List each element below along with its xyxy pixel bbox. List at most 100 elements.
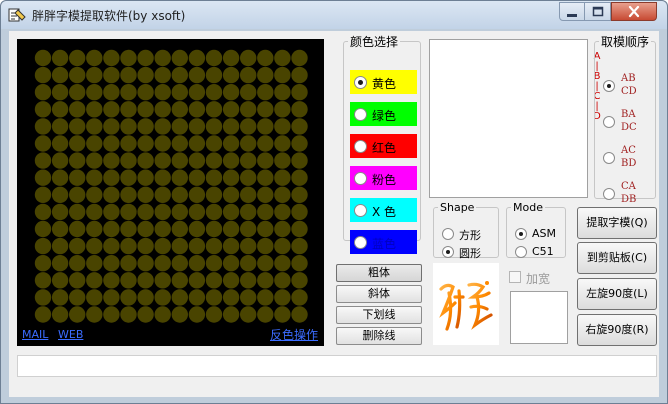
order-option[interactable]: BA DC bbox=[601, 108, 655, 136]
matrix-dot[interactable] bbox=[274, 169, 291, 186]
matrix-dot[interactable] bbox=[51, 203, 69, 221]
matrix-dot[interactable] bbox=[120, 66, 137, 84]
matrix-dot[interactable] bbox=[205, 255, 223, 272]
matrix-dot[interactable] bbox=[240, 118, 257, 135]
matrix-dot[interactable] bbox=[120, 237, 137, 255]
radio-dot[interactable] bbox=[515, 228, 527, 240]
matrix-dot[interactable] bbox=[188, 84, 206, 101]
widen-checkbox-box[interactable] bbox=[509, 271, 521, 283]
radio-dot[interactable] bbox=[354, 108, 367, 121]
matrix-dot[interactable] bbox=[171, 272, 188, 289]
matrix-dot[interactable] bbox=[188, 272, 206, 289]
radio-dot[interactable] bbox=[354, 140, 367, 153]
matrix-dot[interactable] bbox=[51, 152, 69, 169]
matrix-dot[interactable] bbox=[137, 203, 154, 221]
matrix-dot[interactable] bbox=[86, 289, 103, 306]
matrix-dot[interactable] bbox=[86, 101, 103, 118]
matrix-dot[interactable] bbox=[34, 152, 52, 169]
matrix-dot[interactable] bbox=[222, 255, 240, 272]
matrix-dot[interactable] bbox=[240, 135, 257, 152]
matrix-dot[interactable] bbox=[51, 66, 69, 84]
matrix-dot[interactable] bbox=[120, 306, 137, 323]
matrix-dot[interactable] bbox=[274, 186, 291, 203]
matrix-dot[interactable] bbox=[274, 203, 291, 221]
matrix-dot[interactable] bbox=[188, 152, 206, 169]
matrix-dot[interactable] bbox=[120, 101, 137, 118]
matrix-dot[interactable] bbox=[257, 255, 274, 272]
matrix-dot[interactable] bbox=[291, 186, 308, 203]
matrix-dot[interactable] bbox=[274, 306, 291, 323]
matrix-dot[interactable] bbox=[205, 101, 223, 118]
matrix-dot[interactable] bbox=[120, 272, 137, 289]
matrix-dot[interactable] bbox=[103, 135, 120, 152]
matrix-dot[interactable] bbox=[240, 306, 257, 323]
color-option[interactable]: X 色 bbox=[350, 198, 417, 222]
matrix-dot[interactable] bbox=[103, 152, 120, 169]
matrix-dot[interactable] bbox=[205, 272, 223, 289]
matrix-dot[interactable] bbox=[86, 272, 103, 289]
matrix-dot[interactable] bbox=[34, 306, 52, 323]
matrix-dot[interactable] bbox=[171, 118, 188, 135]
matrix-dot[interactable] bbox=[291, 169, 308, 186]
matrix-dot[interactable] bbox=[86, 255, 103, 272]
matrix-dot[interactable] bbox=[222, 49, 240, 67]
matrix-dot[interactable] bbox=[188, 169, 206, 186]
matrix-dot[interactable] bbox=[222, 306, 240, 323]
matrix-dot[interactable] bbox=[120, 84, 137, 101]
matrix-dot[interactable] bbox=[103, 169, 120, 186]
matrix-dot[interactable] bbox=[222, 101, 240, 118]
underline-button[interactable]: 下划线 bbox=[336, 306, 422, 324]
matrix-dot[interactable] bbox=[240, 237, 257, 255]
matrix-dot[interactable] bbox=[69, 152, 86, 169]
matrix-dot[interactable] bbox=[274, 101, 291, 118]
matrix-dot[interactable] bbox=[34, 169, 52, 186]
matrix-dot[interactable] bbox=[240, 220, 257, 238]
matrix-dot[interactable] bbox=[154, 84, 171, 101]
close-button[interactable] bbox=[611, 2, 657, 21]
matrix-dot[interactable] bbox=[240, 84, 257, 101]
matrix-dot[interactable] bbox=[188, 203, 206, 221]
matrix-dot[interactable] bbox=[240, 49, 257, 67]
matrix-dot[interactable] bbox=[69, 186, 86, 203]
color-option[interactable]: 红色 bbox=[350, 134, 417, 158]
radio-dot[interactable] bbox=[515, 246, 527, 258]
matrix-dot[interactable] bbox=[257, 169, 274, 186]
matrix-dot[interactable] bbox=[51, 255, 69, 272]
radio-dot[interactable] bbox=[354, 76, 367, 89]
matrix-dot[interactable] bbox=[240, 272, 257, 289]
matrix-dot[interactable] bbox=[69, 306, 86, 323]
matrix-dot[interactable] bbox=[86, 152, 103, 169]
matrix-dot[interactable] bbox=[103, 186, 120, 203]
matrix-dot[interactable] bbox=[34, 84, 52, 101]
matrix-dot[interactable] bbox=[137, 237, 154, 255]
matrix-dot[interactable] bbox=[34, 49, 52, 67]
matrix-dot[interactable] bbox=[69, 272, 86, 289]
matrix-dot[interactable] bbox=[274, 237, 291, 255]
matrix-dot[interactable] bbox=[154, 152, 171, 169]
matrix-dot[interactable] bbox=[51, 118, 69, 135]
matrix-dot[interactable] bbox=[257, 66, 274, 84]
extract-button[interactable]: 提取字模(Q) bbox=[577, 207, 657, 239]
matrix-dot[interactable] bbox=[69, 237, 86, 255]
matrix-dot[interactable] bbox=[222, 118, 240, 135]
matrix-dot[interactable] bbox=[137, 49, 154, 67]
matrix-dot[interactable] bbox=[188, 118, 206, 135]
matrix-dot[interactable] bbox=[137, 255, 154, 272]
matrix-dot[interactable] bbox=[69, 135, 86, 152]
matrix-dot[interactable] bbox=[257, 306, 274, 323]
matrix-dot[interactable] bbox=[51, 289, 69, 306]
matrix-dot[interactable] bbox=[34, 186, 52, 203]
matrix-dot[interactable] bbox=[257, 49, 274, 67]
matrix-dot[interactable] bbox=[205, 289, 223, 306]
matrix-dot[interactable] bbox=[291, 66, 308, 84]
matrix-dot[interactable] bbox=[154, 272, 171, 289]
radio-dot[interactable] bbox=[603, 116, 615, 128]
matrix-dot[interactable] bbox=[51, 186, 69, 203]
matrix-dot[interactable] bbox=[171, 306, 188, 323]
strikeout-button[interactable]: 删除线 bbox=[336, 327, 422, 345]
matrix-dot[interactable] bbox=[86, 84, 103, 101]
matrix-dot[interactable] bbox=[274, 255, 291, 272]
matrix-dot[interactable] bbox=[137, 306, 154, 323]
matrix-dot[interactable] bbox=[222, 203, 240, 221]
matrix-dot[interactable] bbox=[274, 289, 291, 306]
